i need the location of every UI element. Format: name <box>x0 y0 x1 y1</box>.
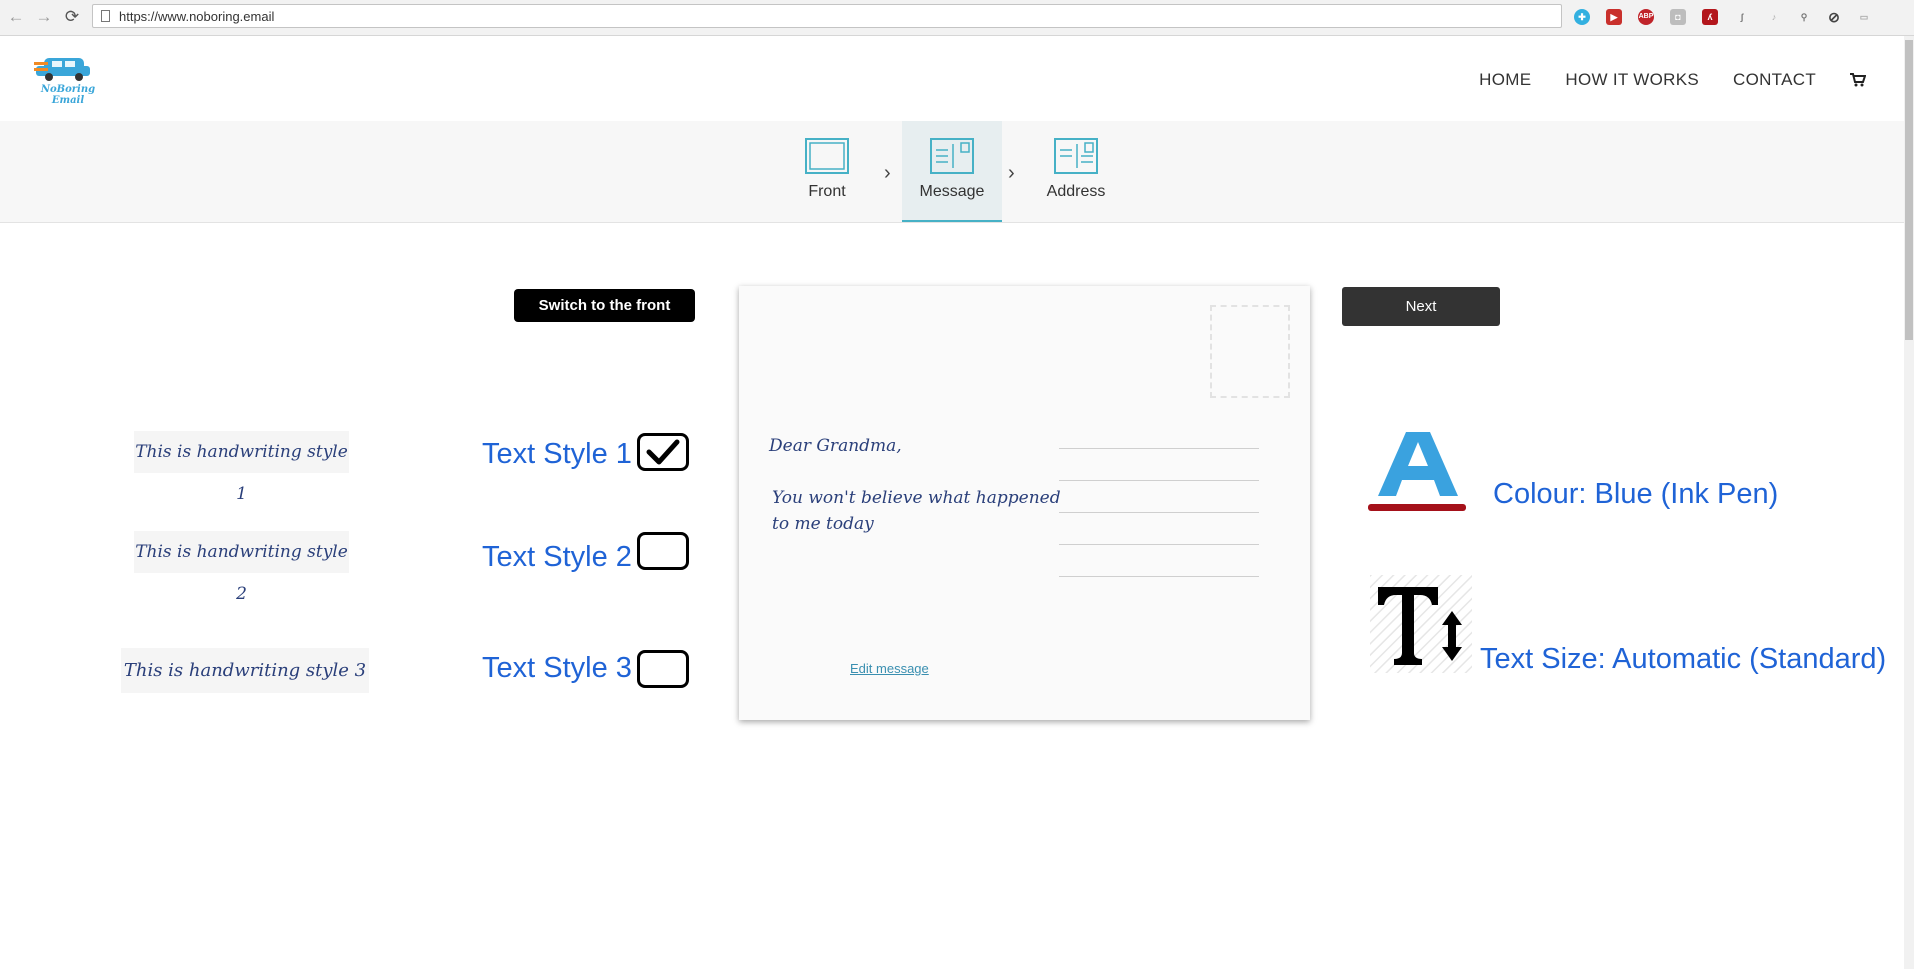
step-front[interactable]: Front <box>777 121 877 222</box>
handwriting-sample-3[interactable]: This is handwriting style 3 <box>121 648 369 693</box>
pdf-icon[interactable]: ʎ <box>1702 9 1718 25</box>
reload-icon[interactable]: ⟳ <box>62 6 82 28</box>
address-line <box>1059 448 1259 449</box>
block-icon[interactable]: ⊘ <box>1826 9 1842 25</box>
colour-option[interactable]: Colour: Blue (Ink Pen) <box>1493 478 1778 511</box>
site-header: NoBoring Email HOME HOW IT WORKS CONTACT <box>0 36 1904 122</box>
edit-message-link[interactable]: Edit message <box>850 661 929 676</box>
ext-icon[interactable]: ▶ <box>1606 9 1622 25</box>
step-front-label: Front <box>808 183 846 200</box>
cart-icon[interactable] <box>1850 73 1866 87</box>
text-style-3-checkbox[interactable] <box>637 650 689 688</box>
back-icon[interactable]: ← <box>6 6 26 28</box>
step-address[interactable]: Address <box>1026 121 1126 222</box>
adblock-icon[interactable]: ABP <box>1638 9 1654 25</box>
checkmark-icon <box>646 439 680 465</box>
switch-to-front-button[interactable]: Switch to the front <box>514 289 695 322</box>
front-card-icon <box>805 138 849 174</box>
forward-icon[interactable]: → <box>34 6 54 28</box>
address-card-icon <box>1054 138 1098 174</box>
postcard-preview: Dear Grandma, You won't believe what hap… <box>739 286 1310 720</box>
font-colour-icon[interactable] <box>1366 430 1470 514</box>
handwriting-sample-1[interactable]: This is handwriting style 1 <box>134 431 349 504</box>
handwriting-sample-2[interactable]: This is handwriting style 2 <box>134 531 349 604</box>
ext-icon[interactable]: ʃ <box>1734 9 1750 25</box>
message-greeting: Dear Grandma, <box>769 436 902 456</box>
browser-toolbar: ← → ⟳ https://www.noboring.email ✚ ▶ ABP… <box>0 0 1914 36</box>
message-card-icon <box>930 138 974 174</box>
logo-text: NoBoring Email <box>40 84 96 106</box>
stamp-placeholder <box>1210 305 1290 398</box>
search-ext-icon[interactable]: ⚲ <box>1796 9 1812 25</box>
address-line <box>1059 576 1259 577</box>
page-icon <box>101 10 110 22</box>
text-style-2-checkbox[interactable] <box>637 532 689 570</box>
text-style-1-label[interactable]: Text Style 1 <box>482 438 632 471</box>
text-style-2-label[interactable]: Text Style 2 <box>482 541 632 574</box>
address-line <box>1059 512 1259 513</box>
ext-icon[interactable]: ▭ <box>1856 9 1872 25</box>
chevron-right-icon: › <box>884 162 891 184</box>
address-line <box>1059 480 1259 481</box>
chevron-right-icon: › <box>1008 162 1015 184</box>
text-size-icon[interactable] <box>1370 575 1472 673</box>
text-size-option[interactable]: Text Size: Automatic (Standard) <box>1480 643 1886 676</box>
nav-home[interactable]: HOME <box>1479 70 1531 90</box>
next-button[interactable]: Next <box>1342 287 1500 326</box>
step-message-label: Message <box>919 183 985 200</box>
message-line-2: to me today <box>772 514 874 534</box>
step-message[interactable]: Message <box>902 121 1002 222</box>
steps-bar: Front › Message › Address <box>0 121 1904 223</box>
address-bar[interactable]: https://www.noboring.email <box>92 4 1562 28</box>
text-style-3-label[interactable]: Text Style 3 <box>482 652 632 685</box>
url-text: https://www.noboring.email <box>119 9 275 24</box>
address-line <box>1059 544 1259 545</box>
nav-contact[interactable]: CONTACT <box>1733 70 1816 90</box>
step-address-label: Address <box>1046 183 1106 200</box>
scrollbar-thumb[interactable] <box>1905 40 1913 340</box>
message-line-1: You won't believe what happened <box>772 488 1061 508</box>
main-nav: HOME HOW IT WORKS CONTACT <box>1479 70 1866 90</box>
camera-icon[interactable]: ◘ <box>1670 9 1686 25</box>
ext-icon[interactable]: ♪ <box>1766 9 1782 25</box>
share-ext-icon[interactable]: ✚ <box>1574 9 1590 25</box>
nav-how-it-works[interactable]: HOW IT WORKS <box>1565 70 1699 90</box>
text-style-1-checkbox[interactable] <box>637 433 689 471</box>
